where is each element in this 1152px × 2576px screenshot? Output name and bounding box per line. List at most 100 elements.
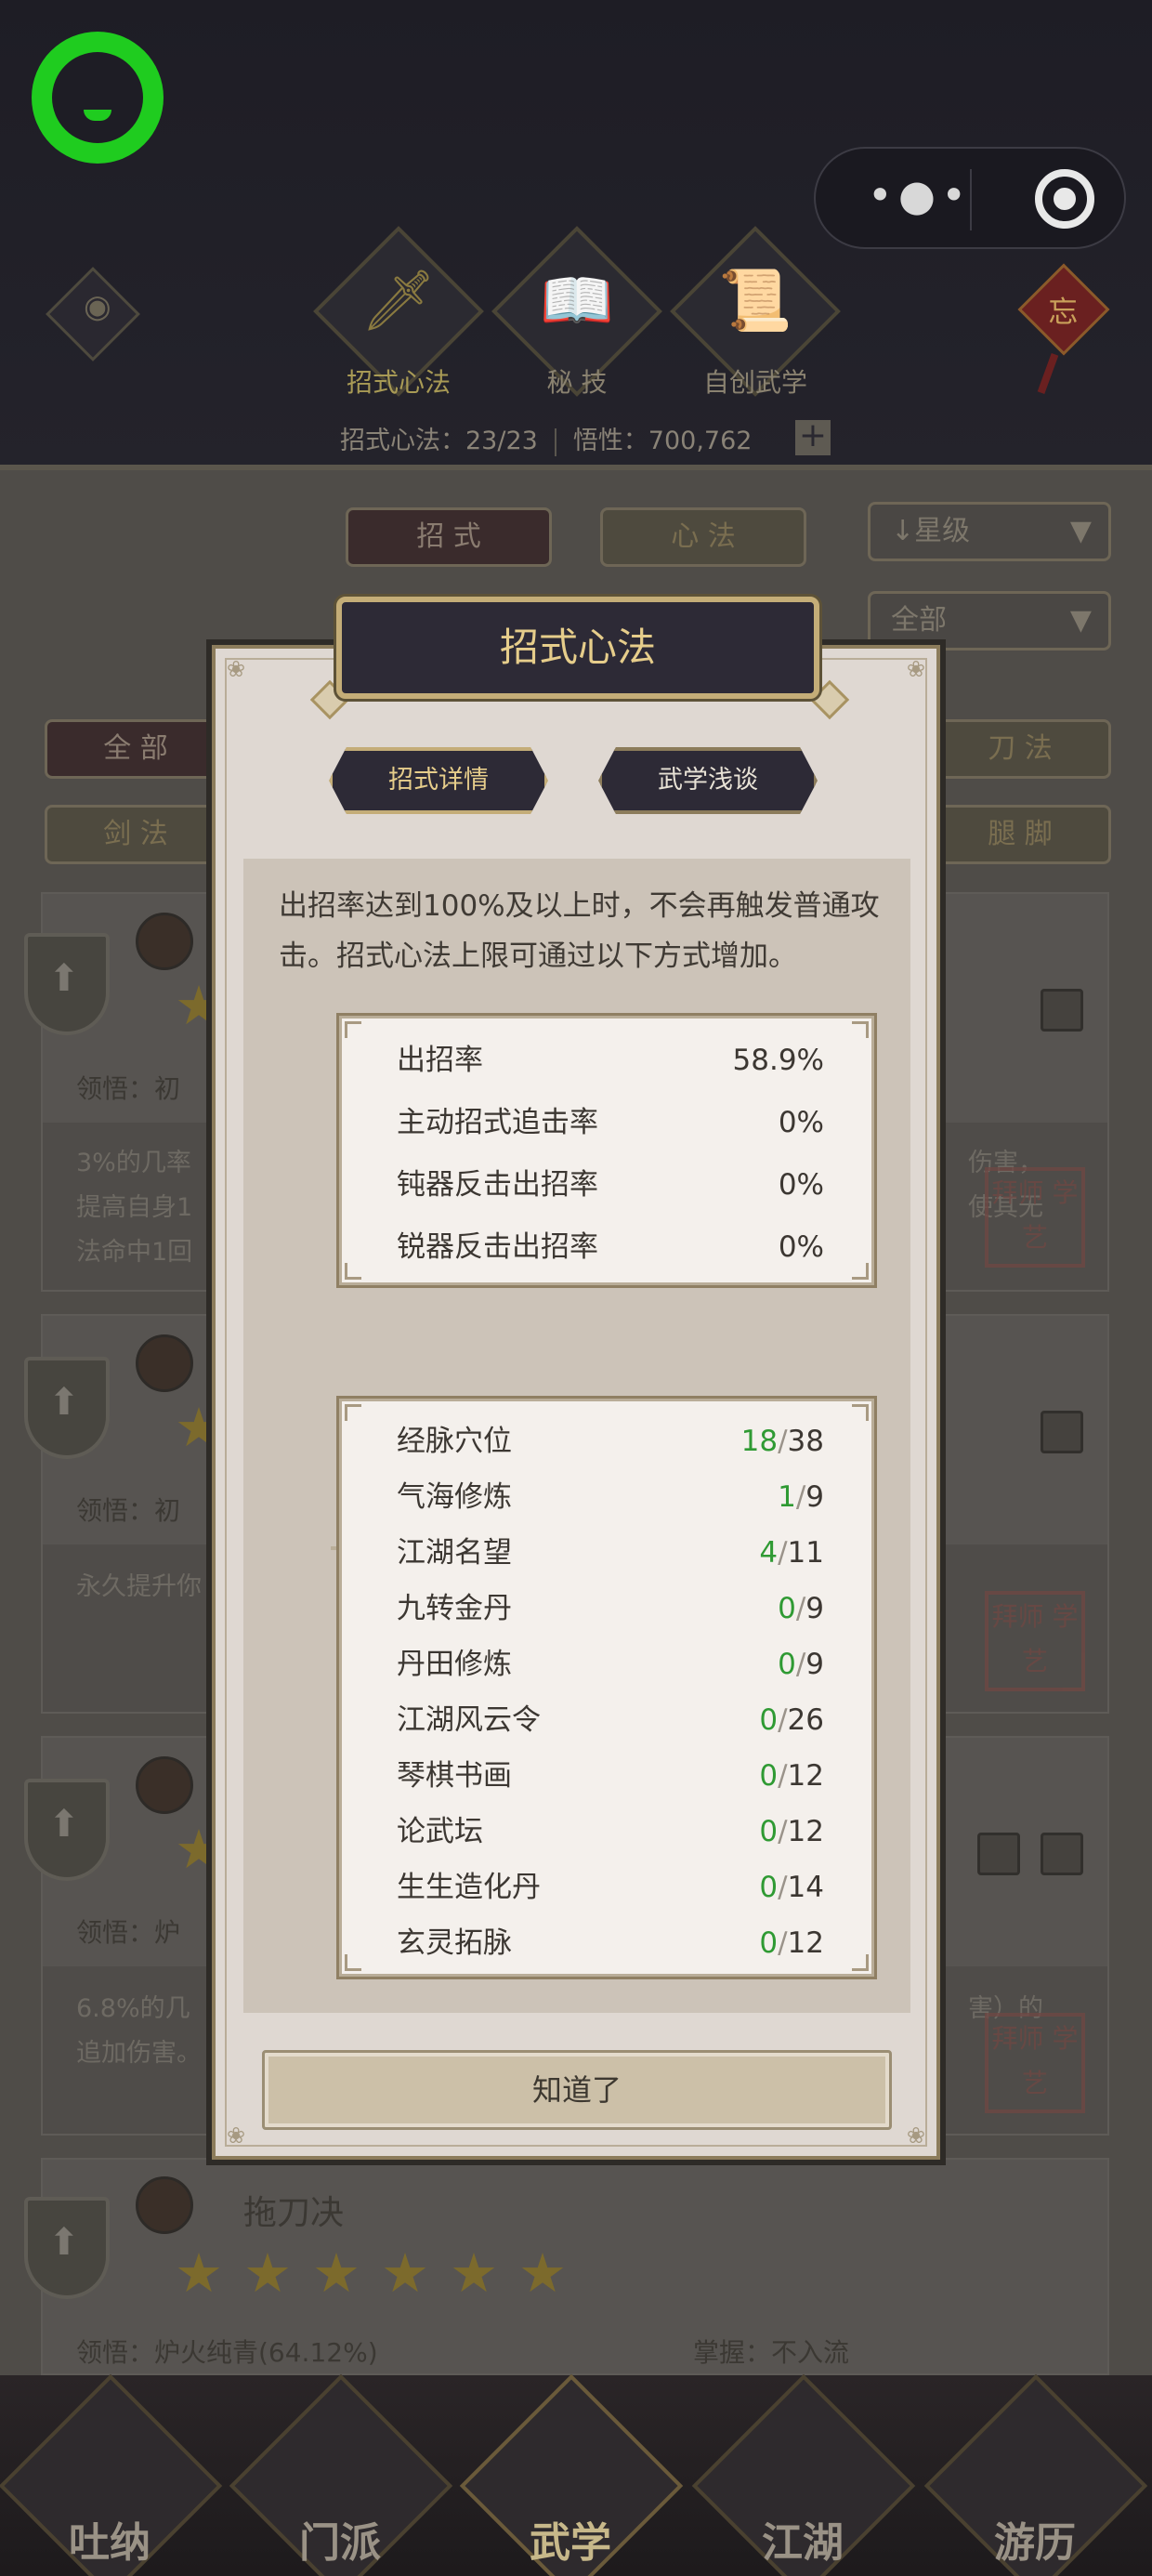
- source-row: 生生造化丹 0/14: [397, 1860, 824, 1915]
- apprentice-stamp: 拜师 学艺: [985, 1591, 1085, 1691]
- filter-type-blade[interactable]: 刀 法: [929, 719, 1111, 779]
- filter-type-all[interactable]: 全 部: [45, 719, 227, 779]
- card-desc-line: 3%的几率: [76, 1149, 191, 1177]
- scope-value: 全部: [891, 604, 947, 637]
- rate-label: 主动招式追击率: [397, 1106, 598, 1139]
- box-corner: [345, 1021, 361, 1038]
- rate-value: 58.9%: [732, 1044, 824, 1077]
- sort-value: 星级: [914, 515, 971, 547]
- source-row: 琴棋书画 0/12: [397, 1748, 824, 1804]
- star-icon: ★: [243, 2241, 292, 2305]
- insight-count: 悟性：700,762: [572, 427, 753, 455]
- chevron-down-icon: ▼: [1069, 515, 1092, 547]
- confirm-button[interactable]: 知道了: [262, 2050, 892, 2130]
- tab-move-detail[interactable]: 招式详情: [329, 747, 548, 814]
- slash-separator: /: [778, 1759, 788, 1793]
- filter-moves-tab[interactable]: 招 式: [346, 507, 552, 567]
- info-text: 出招率达到100%及以上时，不会再触发普通攻击。招式心法上限可通过以下方式增加。: [279, 889, 880, 973]
- source-row: 九转金丹 0/9: [397, 1581, 824, 1636]
- filter-type-sword[interactable]: 剑 法: [45, 805, 227, 864]
- more-icon[interactable]: •●•: [855, 167, 985, 229]
- source-label: 江湖风云令: [397, 1703, 541, 1737]
- source-got: 0: [759, 1926, 779, 1960]
- source-value: 0/26: [759, 1692, 824, 1748]
- source-got: 0: [778, 1592, 796, 1625]
- source-row: 江湖风云令 0/26: [397, 1692, 824, 1748]
- sort-dropdown[interactable]: ↓星级 ▼: [868, 502, 1111, 561]
- close-target-icon[interactable]: [1035, 169, 1094, 229]
- source-value: 0/12: [759, 1915, 824, 1971]
- chat-logo-icon[interactable]: [32, 32, 164, 164]
- rate-row: 钝器反击出招率 0%: [397, 1157, 824, 1213]
- box-corner: [852, 1021, 869, 1038]
- source-total: 12: [787, 1926, 824, 1960]
- source-label: 九转金丹: [397, 1592, 512, 1625]
- card-desc-line: 追加伤害。: [76, 2039, 202, 2068]
- source-total: 9: [805, 1648, 824, 1681]
- card-desc-line: 6.8%的几: [76, 1994, 190, 2023]
- tab-moves[interactable]: 招式心法: [306, 362, 491, 400]
- tab-secret[interactable]: 秘 技: [484, 362, 670, 400]
- filter-heart-tab[interactable]: 心 法: [600, 507, 806, 567]
- slash-separator: /: [778, 1871, 788, 1904]
- slash-separator: /: [795, 1592, 806, 1625]
- corner-ornament: ❀: [227, 656, 246, 682]
- source-total: 12: [787, 1815, 824, 1848]
- mastery-label: 掌握：不入流: [693, 2337, 850, 2368]
- star-icon: ★: [518, 2241, 567, 2305]
- source-got: 4: [759, 1536, 779, 1570]
- nav-sect[interactable]: 门派: [247, 2509, 433, 2569]
- leg-type-icon: [1041, 1411, 1083, 1453]
- source-value: 0/9: [778, 1636, 824, 1692]
- insight-label: 领悟：初: [76, 1073, 181, 1104]
- tab-martial-talk[interactable]: 武学浅谈: [598, 747, 818, 814]
- nav-martial[interactable]: 武学: [478, 2509, 663, 2569]
- sword-icon: 🗡: [360, 267, 437, 335]
- source-total: 9: [805, 1592, 824, 1625]
- upgrade-shield-icon[interactable]: [24, 1779, 110, 1881]
- skill-avatar: [136, 2176, 193, 2234]
- rate-row: 主动招式追击率 0%: [397, 1095, 824, 1150]
- dialog-header: 招式心法: [336, 597, 819, 699]
- card-desc-line: 提高自身1: [76, 1193, 193, 1222]
- rate-value: 0%: [778, 1106, 824, 1139]
- slash-separator: /: [778, 1425, 788, 1458]
- slash-separator: /: [778, 1815, 788, 1848]
- nav-jianghu[interactable]: 江湖: [710, 2509, 896, 2569]
- source-label: 江湖名望: [397, 1536, 512, 1570]
- rate-row: 锐器反击出招率 0%: [397, 1219, 824, 1275]
- source-value: 4/11: [759, 1525, 824, 1581]
- source-total: 38: [787, 1425, 824, 1458]
- sources-box: 经脉穴位 18/38 气海修炼 1/9 江湖名望 4/11 九转金丹 0/9 丹…: [336, 1396, 877, 1979]
- add-insight-button[interactable]: +: [795, 419, 831, 455]
- box-corner: [345, 1263, 361, 1280]
- scope-dropdown[interactable]: 全部 ▼: [868, 591, 1111, 651]
- insight-label: 领悟：初: [76, 1495, 181, 1526]
- weapon-type-icon: [977, 1833, 1020, 1875]
- upgrade-shield-icon[interactable]: [24, 1357, 110, 1459]
- source-label: 丹田修炼: [397, 1648, 512, 1681]
- nav-breathe[interactable]: 吐纳: [17, 2509, 203, 2569]
- source-value: 0/9: [778, 1581, 824, 1636]
- source-total: 26: [787, 1703, 824, 1737]
- slash-separator: /: [778, 1536, 788, 1570]
- corner-ornament: ❀: [906, 656, 925, 682]
- filter-type-leg[interactable]: 腿 脚: [929, 805, 1111, 864]
- nav-travel[interactable]: 游历: [942, 2509, 1128, 2569]
- slash-separator: /: [778, 1926, 788, 1960]
- source-value: 0/12: [759, 1804, 824, 1860]
- source-got: 0: [759, 1759, 779, 1793]
- star-icon: ★: [450, 2241, 498, 2305]
- source-got: 0: [759, 1815, 779, 1848]
- source-got: 0: [759, 1871, 779, 1904]
- card-desc-line: 永久提升你: [76, 1572, 202, 1601]
- source-row: 气海修炼 1/9: [397, 1469, 824, 1525]
- source-row: 玄灵拓脉 0/12: [397, 1915, 824, 1971]
- tab-custom[interactable]: 自创武学: [662, 362, 848, 400]
- source-total: 12: [787, 1759, 824, 1793]
- upgrade-shield-icon[interactable]: [24, 2197, 110, 2299]
- insight-label: 领悟：炉火纯青(64.12%): [76, 2337, 378, 2368]
- scroll-icon: 📜: [718, 267, 792, 335]
- upgrade-shield-icon[interactable]: [24, 933, 110, 1035]
- box-corner: [345, 1404, 361, 1421]
